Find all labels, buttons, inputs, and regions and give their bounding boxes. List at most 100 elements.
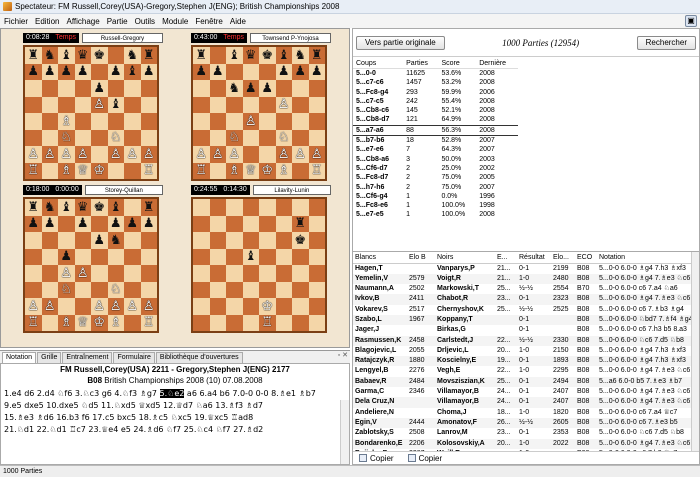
notation-scrollbar[interactable] [340,400,349,464]
board-square[interactable] [58,80,75,97]
black-pawn-icon[interactable]: ♟ [143,217,155,230]
board-square[interactable] [25,281,42,298]
game-row[interactable]: Egin,V 2444 Amonatov,F 26... ½-½ 2605 B08 5...0… [353,417,691,429]
board-square[interactable] [308,232,325,249]
board-square[interactable] [209,281,226,298]
game-row[interactable]: Vokarev,S 2517 Chernyshov,K 25... ½-½ 2525 B08… [353,305,691,315]
board-square[interactable]: ♗ [107,314,124,331]
board-square[interactable]: ♟ [91,80,108,97]
game-row[interactable]: Hagen,T Vanparys,P 21... 0-1 2199 B08 5...0-0 … [353,263,691,274]
board-square[interactable] [91,146,108,163]
board-square[interactable] [292,265,309,282]
opening-row[interactable]: 5...Cf6-g4 1 0.0% 1996 [353,192,518,201]
opening-row[interactable]: 5...h7-h6 2 75.0% 2007 [353,183,518,192]
board-square[interactable]: ♞ [226,80,243,97]
opening-row[interactable]: 5...c7-c6 1457 53.2% 2008 [353,78,518,87]
board-square[interactable]: ♔ [91,162,108,179]
board-square[interactable] [193,215,210,232]
board-square[interactable] [308,314,325,331]
board-square[interactable] [124,96,141,113]
board-square[interactable]: ♙ [107,146,124,163]
black-knight-icon[interactable]: ♞ [44,49,56,62]
board-square[interactable] [308,248,325,265]
board-square[interactable] [58,232,75,249]
black-king-icon[interactable]: ♚ [93,201,105,214]
white-knight-icon[interactable]: ♘ [228,131,240,144]
col-elo-b[interactable]: Elo B [407,252,435,264]
board-square[interactable] [74,129,91,146]
white-queen-icon[interactable]: ♕ [77,316,89,329]
white-bishop-icon[interactable]: ♗ [278,164,290,177]
board-square[interactable] [193,232,210,249]
move-list[interactable]: 1.e4 d6 2.d4 ♘f6 3.♘c3 g6 4.♘f3 ♗g7 5.♘e… [1,386,349,438]
white-knight-icon[interactable]: ♘ [278,131,290,144]
black-bishop-icon[interactable]: ♝ [278,49,290,62]
black-pawn-icon[interactable]: ♟ [93,234,105,247]
white-bishop-icon[interactable]: ♗ [60,316,72,329]
board-square[interactable]: ♙ [41,146,58,163]
board-square[interactable]: ♝ [107,199,124,216]
col-noirs[interactable]: Noirs [435,252,495,264]
board-square[interactable]: ♟ [193,63,210,80]
board-square[interactable] [275,281,292,298]
board-square[interactable]: ♙ [107,298,124,315]
board-square[interactable] [41,265,58,282]
board-square[interactable]: ♔ [259,298,276,315]
white-rook-icon[interactable]: ♖ [311,164,323,177]
board-square[interactable] [292,298,309,315]
board-square[interactable] [41,281,58,298]
board-square[interactable]: ♟ [107,63,124,80]
tab-grille[interactable]: Grille [37,352,62,363]
board-square[interactable] [41,80,58,97]
board-square[interactable] [209,199,226,216]
opening-row[interactable]: 5...e7-e6 7 64.3% 2007 [353,145,518,154]
board-square[interactable] [209,265,226,282]
black-knight-icon[interactable]: ♞ [126,49,138,62]
white-bishop-icon[interactable]: ♗ [60,115,72,128]
white-pawn-icon[interactable]: ♙ [110,300,122,313]
board-square[interactable]: ♔ [259,162,276,179]
board-square[interactable] [226,248,243,265]
board-square[interactable]: ♗ [275,162,292,179]
board-square[interactable]: ♞ [41,47,58,64]
white-pawn-icon[interactable]: ♙ [77,267,89,280]
board-square[interactable] [25,113,42,130]
opening-row[interactable]: 5...Cb8-a6 3 50.0% 2003 [353,155,518,164]
black-king-icon[interactable]: ♚ [294,234,306,247]
col-elo-n[interactable]: E... [495,252,517,264]
black-knight-icon[interactable]: ♞ [294,49,306,62]
board-square[interactable]: ♘ [107,129,124,146]
menu-partie[interactable]: Partie [107,17,128,26]
board-square[interactable] [308,113,325,130]
board-square[interactable] [58,96,75,113]
board-square[interactable] [242,314,259,331]
black-queen-icon[interactable]: ♛ [245,49,257,62]
board-square[interactable] [226,113,243,130]
board-square[interactable] [25,96,42,113]
game-row[interactable]: Dela Cruz,N Villamayor,B 24... 0-1 2407 B08 5.… [353,397,691,408]
white-knight-icon[interactable]: ♘ [60,131,72,144]
board-square[interactable]: ♜ [25,199,42,216]
board-square[interactable]: ♛ [242,47,259,64]
opening-row[interactable]: 5...Fc8-d7 2 75.0% 2005 [353,173,518,182]
white-queen-icon[interactable]: ♕ [77,164,89,177]
board-square[interactable] [226,298,243,315]
black-bishop-icon[interactable]: ♝ [110,98,122,111]
board-square[interactable]: ♘ [58,281,75,298]
board-square[interactable] [74,113,91,130]
board-square[interactable] [259,96,276,113]
white-pawn-icon[interactable]: ♙ [278,98,290,111]
game-row[interactable]: Bondarenko,E 2206 Kolosovskiy,A 20... 1-0 202… [353,438,691,449]
board-square[interactable] [275,113,292,130]
board-square[interactable]: ♟ [292,63,309,80]
board-square[interactable]: ♜ [140,47,157,64]
board-square[interactable] [107,265,124,282]
white-bishop-icon[interactable]: ♗ [228,164,240,177]
white-pawn-icon[interactable]: ♙ [93,98,105,111]
black-bishop-icon[interactable]: ♝ [245,250,257,263]
black-pawn-icon[interactable]: ♟ [93,82,105,95]
board-square[interactable] [209,232,226,249]
board-square[interactable] [259,248,276,265]
board-square[interactable]: ♙ [41,298,58,315]
menu-fichier[interactable]: Fichier [4,17,28,26]
